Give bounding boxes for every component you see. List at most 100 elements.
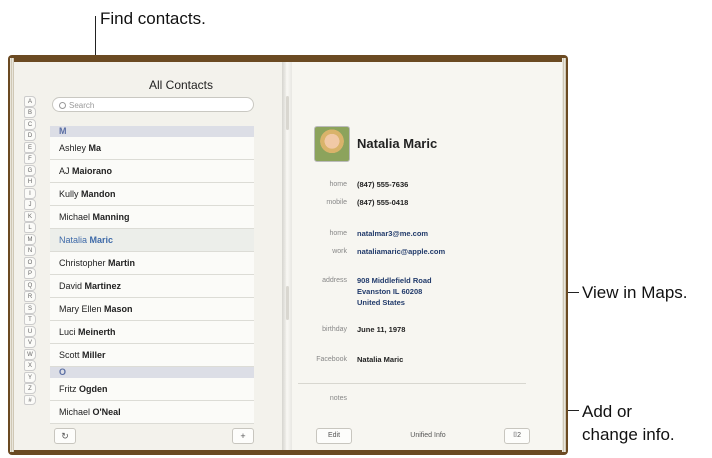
contact-row[interactable]: Scott Miller [50,344,254,367]
contact-row[interactable]: Michael O'Neal [50,401,254,424]
callout-find-contacts: Find contacts. [100,9,206,28]
address-label: address [322,277,347,284]
notes-label: notes [329,395,347,402]
contact-row[interactable]: Luci Meinerth [50,321,254,344]
contact-first-name: Scott [59,350,83,360]
contact-last-name: Manning [92,212,130,222]
contact-last-name: Miller [82,350,106,360]
linked-cards-button[interactable]: ⌷2 [504,428,530,444]
index-tab[interactable]: W [24,348,36,360]
contact-first-name: AJ [59,166,73,176]
section-header-m: M [50,126,254,137]
address-line-1[interactable]: 908 Middlefield Road [357,276,432,285]
callout-view-in-maps: View in Maps. [582,283,688,302]
birthday-label: birthday [322,326,347,333]
contact-last-name: Mandon [81,189,116,199]
index-tab[interactable]: U [24,325,36,337]
contact-last-name: Maric [89,235,114,245]
index-tab[interactable]: L [24,222,36,234]
index-tab[interactable]: X [24,360,36,372]
search-icon [59,102,66,110]
contact-last-name: Ma [88,143,102,153]
contact-first-name: Luci [59,327,79,337]
index-tab[interactable]: M [24,233,36,245]
contact-last-name: Martin [108,258,136,268]
phone-home-value[interactable]: (847) 555-7636 [357,180,408,189]
facebook-value[interactable]: Natalia Maric [357,355,403,364]
email-work-label: work [332,248,347,255]
search-input[interactable]: Search [52,97,254,112]
contact-row[interactable]: Mary Ellen Mason [50,298,254,321]
contact-first-name: Fritz [59,384,79,394]
index-tab[interactable]: S [24,302,36,314]
index-tab[interactable]: V [24,337,36,349]
index-tab[interactable]: R [24,291,36,303]
contact-last-name: Mason [104,304,133,314]
contact-row[interactable]: Kully Mandon [50,183,254,206]
email-home-label: home [329,230,347,237]
contact-row[interactable]: Fritz Ogden [50,378,254,401]
index-tab[interactable]: I [24,187,36,199]
contact-row[interactable]: David Martinez [50,275,254,298]
contact-name: Natalia Maric [357,136,438,151]
index-tab[interactable]: Q [24,279,36,291]
index-tab[interactable]: H [24,176,36,188]
contact-first-name: Christopher [59,258,109,268]
index-tab[interactable]: C [24,118,36,130]
index-tab[interactable]: B [24,107,36,119]
section-header-o: O [50,367,254,378]
page-title: All Contacts [148,78,214,92]
contact-last-name: Meinerth [78,327,116,337]
index-tab[interactable]: N [24,245,36,257]
refresh-button[interactable]: ↻ [54,428,76,444]
index-tab[interactable]: Y [24,371,36,383]
page-ring [286,96,289,130]
callout-change-info: change info. [582,425,675,444]
contact-last-name: Martinez [84,281,122,291]
contact-first-name: Kully [59,189,82,199]
email-work-value[interactable]: nataliamaric@apple.com [357,247,445,256]
page-stack-right [562,58,566,452]
contact-first-name: Ashley [59,143,89,153]
contact-row[interactable]: Michael Manning [50,206,254,229]
phone-mobile-value[interactable]: (847) 555-0418 [357,198,408,207]
alphabet-index[interactable]: A B C D E F G H I J K L M N O P Q R S T U V W X Y Z # [24,96,36,406]
index-tab[interactable]: K [24,210,36,222]
index-tab[interactable]: D [24,130,36,142]
contact-list[interactable]: M Ashley Ma AJ Maiorano Kully Mandon Michae… [50,126,254,424]
contact-row[interactable]: Natalia Maric [50,229,254,252]
phone-home-label: home [329,181,347,188]
add-contact-button[interactable]: + [232,428,254,444]
address-line-3[interactable]: United States [357,298,405,307]
index-tab[interactable]: O [24,256,36,268]
birthday-value: June 11, 1978 [357,325,406,334]
index-tab[interactable]: A [24,96,36,107]
contact-first-name: David [59,281,85,291]
index-tab[interactable]: P [24,268,36,280]
contact-first-name: Mary Ellen [59,304,105,314]
contact-row[interactable]: Ashley Ma [50,137,254,160]
index-tab[interactable]: J [24,199,36,211]
contact-last-name: Ogden [79,384,108,394]
edit-button[interactable]: Edit [316,428,352,444]
contact-last-name: Maiorano [72,166,113,176]
index-tab[interactable]: T [24,314,36,326]
phone-mobile-label: mobile [326,199,347,206]
index-tab[interactable]: F [24,153,36,165]
email-home-value[interactable]: natalmar3@me.com [357,229,428,238]
facebook-label: Facebook [316,356,347,363]
right-page [286,62,562,450]
contact-photo[interactable] [314,126,350,162]
contact-row[interactable]: AJ Maiorano [50,160,254,183]
contact-row[interactable]: Christopher Martin [50,252,254,275]
search-placeholder: Search [69,101,95,110]
page-ring [286,286,289,320]
unified-info-label: Unified Info [410,432,446,439]
callout-add-or: Add or [582,402,633,421]
index-tab[interactable]: G [24,164,36,176]
index-tab[interactable]: # [24,394,36,406]
address-line-2[interactable]: Evanston IL 60208 [357,287,422,296]
index-tab[interactable]: E [24,141,36,153]
index-tab[interactable]: Z [24,383,36,394]
contact-last-name: O'Neal [92,407,121,417]
